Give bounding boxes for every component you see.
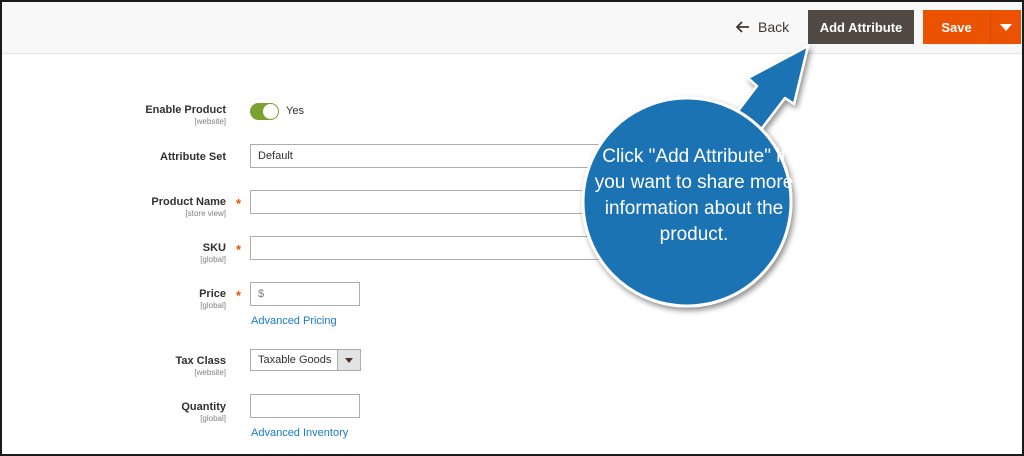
- enable-product-value: Yes: [286, 105, 304, 117]
- caret-down-icon: [1000, 23, 1012, 31]
- attribute-set-select[interactable]: Default: [250, 144, 610, 168]
- page-frame: Back Add Attribute Save Enable Product […: [0, 0, 1024, 456]
- currency-symbol: $: [258, 288, 265, 300]
- quantity-label: Quantity: [181, 401, 226, 413]
- sku-scope: [global]: [200, 255, 226, 264]
- caret-down-icon: [345, 357, 353, 363]
- product-name-input[interactable]: [250, 190, 610, 214]
- tax-class-label-group: Tax Class [website]: [175, 355, 226, 378]
- required-marker: *: [236, 196, 242, 211]
- required-marker: *: [236, 242, 242, 257]
- price-label: Price: [199, 288, 226, 300]
- product-name-label-group: Product Name [store view]: [151, 196, 226, 219]
- tax-class-label: Tax Class: [175, 355, 226, 367]
- sku-input[interactable]: [250, 236, 610, 260]
- required-marker: *: [236, 288, 242, 303]
- advanced-pricing-link[interactable]: Advanced Pricing: [251, 315, 337, 327]
- sku-label-group: SKU [global]: [200, 242, 226, 265]
- tax-class-value: Taxable Goods: [258, 354, 332, 366]
- enable-product-scope: [website]: [194, 117, 226, 126]
- back-button[interactable]: Back: [736, 16, 789, 38]
- toggle-knob: [263, 104, 278, 119]
- enable-product-toggle[interactable]: [250, 103, 279, 120]
- enable-product-label: Enable Product: [145, 104, 226, 116]
- back-button-label: Back: [758, 19, 790, 35]
- save-options-toggle[interactable]: [991, 10, 1021, 44]
- sku-label: SKU: [202, 242, 226, 254]
- advanced-inventory-link[interactable]: Advanced Inventory: [251, 427, 348, 439]
- enable-product-label-group: Enable Product [website]: [145, 104, 226, 127]
- product-name-scope: [store view]: [185, 209, 226, 218]
- attribute-set-label: Attribute Set: [160, 151, 226, 163]
- callout-text: Click "Add Attribute" if you want to sha…: [594, 146, 794, 245]
- price-scope: [global]: [200, 301, 226, 310]
- arrow-left-icon: [736, 21, 749, 33]
- page-actions-bar: Back Add Attribute Save: [2, 2, 1022, 54]
- quantity-label-group: Quantity [global]: [181, 401, 226, 424]
- product-name-label: Product Name: [151, 196, 226, 208]
- price-label-group: Price [global]: [199, 288, 226, 311]
- tax-class-select[interactable]: Taxable Goods: [250, 349, 361, 371]
- quantity-scope: [global]: [200, 414, 226, 423]
- attribute-set-label-group: Attribute Set: [160, 151, 226, 164]
- tax-class-scope: [website]: [194, 368, 226, 377]
- price-input[interactable]: $: [250, 282, 360, 306]
- quantity-input[interactable]: [250, 394, 360, 418]
- save-button[interactable]: Save: [923, 10, 991, 44]
- select-arrow: [337, 350, 360, 370]
